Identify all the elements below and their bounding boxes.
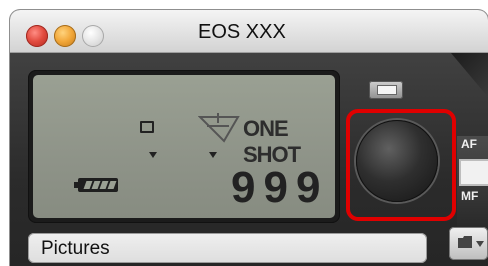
app-window: EOS XXX ONE SHOT 999 AF MF Pictures [10,10,488,266]
battery-full-icon [74,178,118,192]
zoom-window-button[interactable] [82,25,104,47]
af-mode-label: ONE SHOT [243,116,301,167]
shutter-button[interactable] [356,120,438,202]
af-label: AF [461,137,477,151]
metering-caret-icon[interactable] [209,152,217,158]
live-view-button[interactable] [369,81,403,99]
shots-remaining: 999 [231,163,329,212]
camera-panel: ONE SHOT 999 AF MF Pictures [10,53,488,266]
evaluative-metering-icon [198,113,240,143]
lcd-screen: ONE SHOT 999 [33,75,335,218]
lcd-panel: ONE SHOT 999 [28,70,340,223]
single-shot-icon [140,121,154,133]
battery-cell [107,181,117,189]
panel-corner-shape [451,53,488,97]
title-bar: EOS XXX [10,10,488,53]
save-folder-field[interactable]: Pictures [28,233,427,263]
close-window-button[interactable] [26,25,48,47]
save-folder-value: Pictures [41,238,110,259]
window-title: EOS XXX [198,21,286,43]
drive-mode-caret-icon[interactable] [149,152,157,158]
af-mf-switch[interactable] [459,159,488,186]
folder-menu-button[interactable] [449,227,488,260]
folder-icon [458,236,472,248]
live-view-icon [377,85,397,95]
mf-label: MF [461,189,479,203]
folder-caret-icon [476,241,484,247]
minimize-window-button[interactable] [54,25,76,47]
